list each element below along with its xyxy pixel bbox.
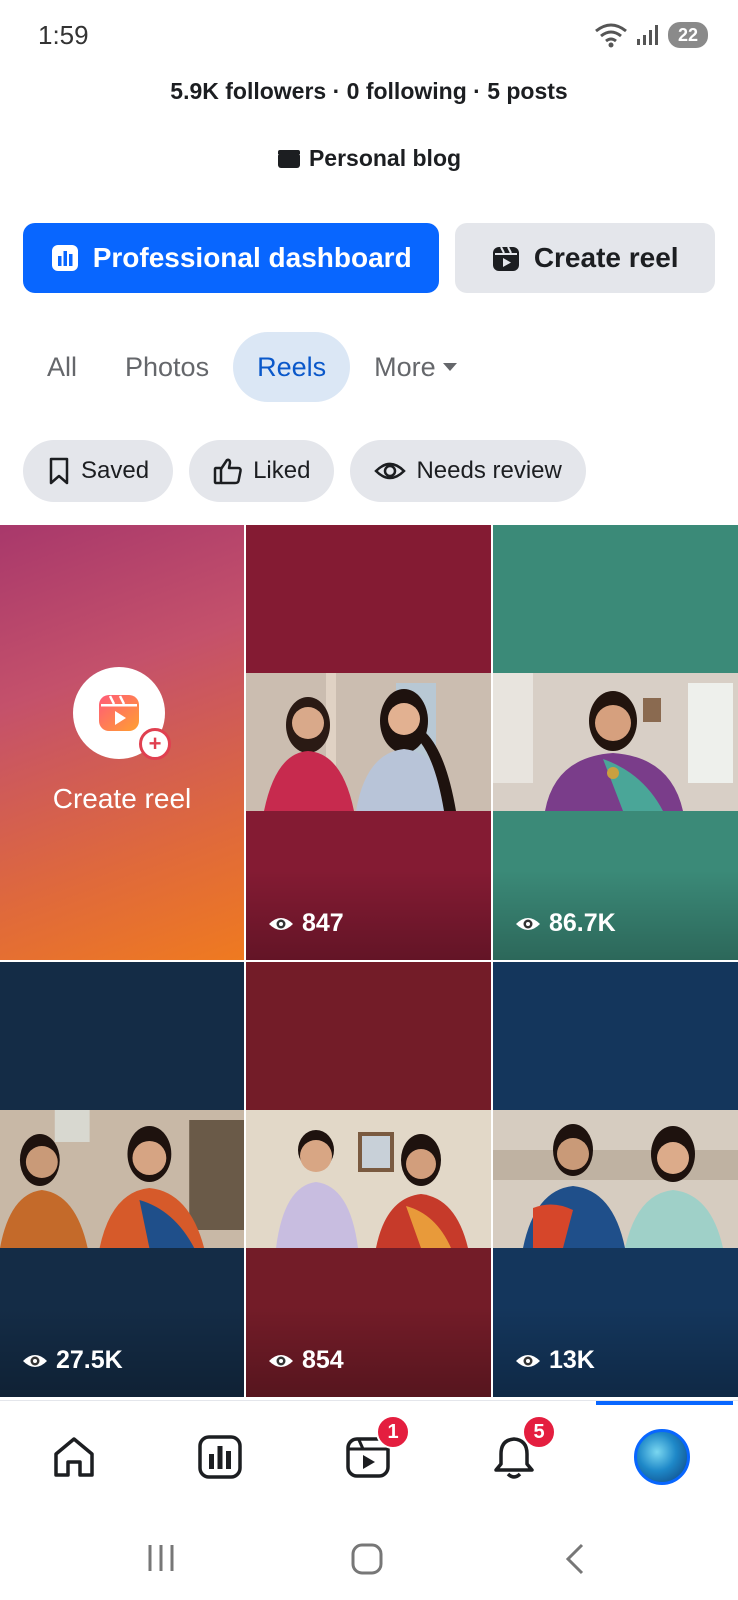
home-icon — [54, 1437, 94, 1477]
reels-grid: + Create reel 847 86.7K 27.5K 854 13K — [0, 525, 738, 1399]
reel-thumbnail — [493, 673, 738, 811]
reel-views-count: 27.5K — [56, 1346, 123, 1374]
notifications-badge: 5 — [522, 1415, 556, 1449]
tab-photos[interactable]: Photos — [101, 332, 233, 402]
reels-logo-icon — [99, 695, 139, 731]
reel-views-count: 86.7K — [549, 909, 616, 937]
status-icons: 22 — [594, 22, 708, 48]
reel-thumbnail — [493, 1110, 738, 1248]
reel-views-count: 854 — [302, 1346, 344, 1374]
nav-reels[interactable]: 1 — [338, 1415, 410, 1487]
nav-home[interactable] — [44, 1427, 104, 1487]
reel-views-count: 847 — [302, 909, 344, 937]
reels-notification-badge: 1 — [376, 1415, 410, 1449]
reel-icon — [492, 246, 519, 271]
reel-tile[interactable]: 847 — [246, 525, 491, 960]
status-time: 1:59 — [38, 20, 89, 50]
filter-chips: Saved Liked Needs review — [23, 440, 586, 502]
reel-thumbnail — [0, 1110, 244, 1248]
reel-views: 13K — [515, 1346, 595, 1375]
eye-icon — [269, 1354, 293, 1367]
professional-dashboard-button[interactable]: Professional dashboard — [23, 223, 440, 293]
reel-views: 86.7K — [515, 909, 616, 938]
thumbs-up-icon — [213, 458, 242, 485]
reel-tile[interactable]: 13K — [493, 962, 738, 1397]
dashboard-icon — [198, 1435, 242, 1479]
reel-tile[interactable]: 27.5K — [0, 962, 244, 1397]
reel-tile[interactable]: 86.7K — [493, 525, 738, 960]
nav-dashboard[interactable] — [190, 1427, 250, 1487]
reel-views: 847 — [268, 909, 344, 938]
reel-thumbnail — [246, 1110, 491, 1248]
eye-icon — [269, 917, 293, 930]
active-tab-indicator — [596, 1401, 733, 1405]
chip-needs-review-label: Needs review — [416, 457, 562, 484]
nav-notifications[interactable]: 5 — [484, 1415, 556, 1487]
bottom-navigation: 1 5 — [0, 1400, 738, 1512]
chip-saved-label: Saved — [81, 457, 150, 484]
battery-indicator: 22 — [667, 22, 708, 48]
create-reel-tile-label: Create reel — [52, 783, 192, 814]
profile-avatar — [634, 1429, 690, 1485]
wifi-icon — [595, 23, 627, 48]
home-button-icon[interactable] — [350, 1542, 384, 1576]
reel-views-count: 13K — [549, 1346, 595, 1374]
profile-stats: 5.9K followers · 0 following · 5 posts — [170, 78, 568, 104]
add-icon: + — [139, 728, 171, 760]
tab-all[interactable]: All — [23, 332, 101, 402]
chip-saved[interactable]: Saved — [23, 440, 174, 502]
content-tabs: All Photos Reels More — [23, 332, 482, 402]
tab-more[interactable]: More — [350, 332, 482, 402]
reel-thumbnail — [246, 673, 491, 811]
professional-dashboard-label: Professional dashboard — [92, 242, 412, 273]
recent-apps-icon[interactable] — [145, 1542, 177, 1574]
profile-actions: Professional dashboard Create reel — [23, 223, 715, 293]
profile-category: Personal blog — [0, 145, 738, 172]
tab-more-label: More — [374, 352, 436, 382]
nav-profile[interactable] — [632, 1427, 692, 1487]
profile-category-label: Personal blog — [308, 145, 462, 171]
eye-icon — [374, 462, 407, 480]
dashboard-icon — [51, 245, 78, 271]
tab-reels[interactable]: Reels — [233, 332, 351, 402]
chip-liked-label: Liked — [253, 457, 311, 484]
chip-needs-review[interactable]: Needs review — [350, 440, 586, 502]
back-icon[interactable] — [560, 1542, 590, 1576]
system-navigation-bar — [0, 1512, 738, 1600]
caret-down-icon — [442, 363, 457, 371]
reel-tile[interactable]: 854 — [246, 962, 491, 1397]
clapperboard-icon — [277, 149, 300, 168]
eye-icon — [23, 1354, 47, 1367]
bookmark-icon — [49, 457, 69, 485]
reel-views: 854 — [268, 1346, 344, 1375]
reel-views: 27.5K — [22, 1346, 123, 1375]
eye-icon — [516, 1354, 540, 1367]
chip-liked[interactable]: Liked — [189, 440, 335, 502]
status-bar: 1:59 22 — [0, 0, 738, 70]
eye-icon — [516, 917, 540, 930]
signal-icon — [636, 25, 658, 45]
create-reel-button[interactable]: Create reel — [455, 223, 715, 293]
create-reel-tile[interactable]: + Create reel — [0, 525, 244, 960]
create-reel-label: Create reel — [533, 242, 679, 273]
